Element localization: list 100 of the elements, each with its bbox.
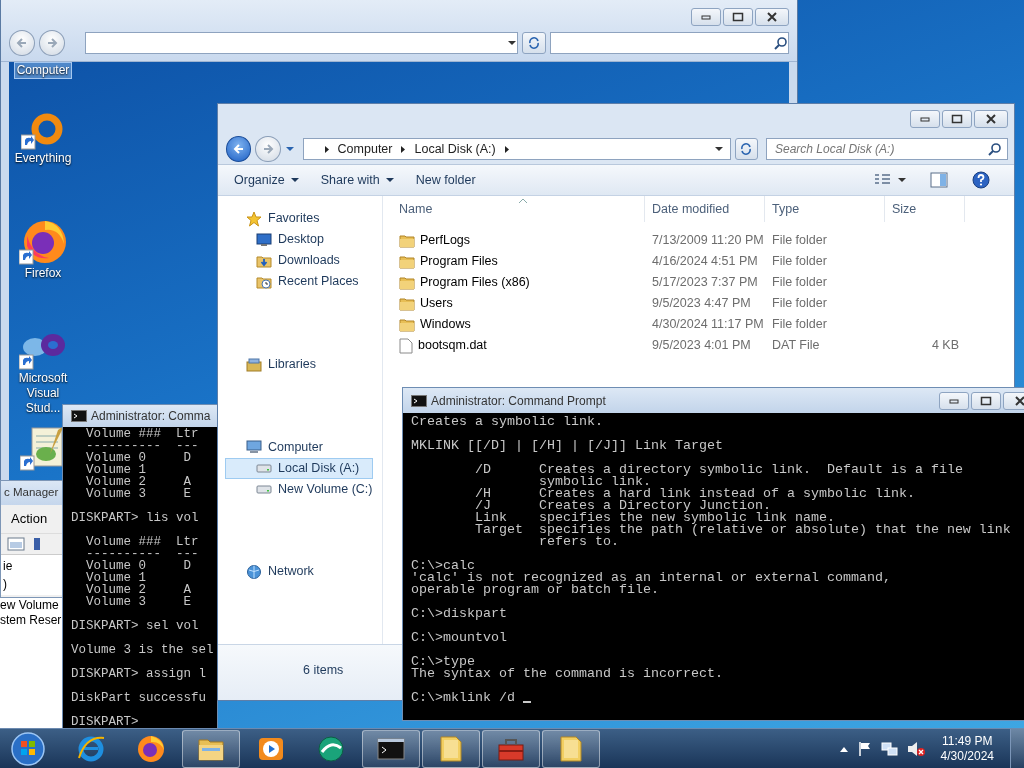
left-arrow-icon xyxy=(232,143,245,155)
caret-icon xyxy=(290,177,299,183)
computer-icon xyxy=(246,439,262,455)
breadcrumb-item[interactable]: Local Disk (A:) xyxy=(414,139,496,159)
close-button[interactable] xyxy=(755,8,789,26)
right-arrow-icon xyxy=(261,143,274,155)
muted-speaker-icon[interactable] xyxy=(906,740,925,757)
maximize-button[interactable] xyxy=(971,391,1001,410)
nav-item[interactable]: Recent Places xyxy=(225,271,360,292)
caret-icon xyxy=(385,177,394,183)
breadcrumb-item[interactable]: Computer xyxy=(337,139,393,159)
icon-label[interactable]: Firefox xyxy=(22,266,64,281)
toolbar-button[interactable]: New folder xyxy=(407,167,484,193)
folder-icon xyxy=(399,253,415,270)
file-name[interactable]: bootsqm.dat xyxy=(418,336,487,355)
star-icon xyxy=(246,210,262,227)
list-item[interactable]: ie xyxy=(3,556,59,575)
show-desktop-button[interactable] xyxy=(1010,728,1024,768)
dropdown-button[interactable]: Share with xyxy=(312,167,402,193)
taskbar-button[interactable] xyxy=(362,729,420,768)
file-name[interactable]: Program Files (x86) xyxy=(420,273,530,292)
console-line: DISKPART> xyxy=(71,716,139,728)
minimize-icon xyxy=(949,397,959,404)
nav-item[interactable]: Computer xyxy=(225,436,374,458)
nav-item[interactable]: Favorites xyxy=(225,208,360,229)
file-name[interactable]: Windows xyxy=(420,315,471,334)
file-name[interactable]: Users xyxy=(420,294,453,313)
nav-item[interactable]: Local Disk (A:) xyxy=(225,457,374,479)
infinity-icon[interactable] xyxy=(19,331,67,371)
folder-icon xyxy=(399,295,415,312)
console-line: C:\>mountvol xyxy=(411,632,507,644)
console-line: Volume ### Ltr xyxy=(85,428,199,440)
chevron-icon[interactable] xyxy=(503,144,510,154)
window-title: Administrator: Comma xyxy=(91,408,211,425)
icon-label[interactable]: Microsoft Visual Stud... xyxy=(8,371,78,416)
terminal-icon xyxy=(411,394,427,407)
chevron-icon[interactable] xyxy=(400,144,407,154)
file-icon xyxy=(399,337,413,354)
window-title: c Manager xyxy=(4,485,59,501)
console-line: Creates a symbolic link. xyxy=(411,416,603,428)
clock-date[interactable]: 4/30/2024 xyxy=(940,748,994,764)
nav-item[interactable]: Network xyxy=(225,561,315,583)
console-line: C:\>type xyxy=(411,656,475,668)
search-field[interactable]: Search Local Disk (A:) xyxy=(766,138,1008,160)
console-line: symbolic link. xyxy=(537,476,651,488)
search-icon[interactable] xyxy=(988,142,1002,156)
caret-icon[interactable] xyxy=(713,146,724,152)
ring-icon[interactable] xyxy=(21,113,65,151)
console-line: The syntax of the command is incorrect. xyxy=(411,668,723,680)
column-header[interactable]: Date modified xyxy=(652,199,730,219)
console-line: Volume 2 A xyxy=(85,584,192,596)
console-line: Volume 0 D xyxy=(85,560,192,572)
console-line: Link specifies the new symbolic link name. xyxy=(474,512,835,524)
network-icon[interactable] xyxy=(880,740,899,757)
flag-icon[interactable] xyxy=(856,740,873,757)
column-header[interactable]: Name xyxy=(399,199,433,219)
nav-item[interactable]: Libraries xyxy=(225,353,317,375)
list-item[interactable]: ) xyxy=(3,574,59,593)
address-bar[interactable]: Computer Local Disk (A:) xyxy=(302,138,731,160)
icon-label[interactable]: Everything xyxy=(12,151,74,166)
date-modified: 4/30/2024 11:17 PM xyxy=(652,317,764,332)
column-header[interactable]: Size xyxy=(892,199,917,219)
console-line: ---------- --- xyxy=(85,548,199,560)
network-icon xyxy=(246,563,262,580)
maximize-button[interactable] xyxy=(942,110,972,128)
menu-item[interactable]: Action xyxy=(11,509,48,529)
taskbar-button[interactable] xyxy=(422,729,480,768)
address-field[interactable] xyxy=(84,32,519,54)
search-field[interactable] xyxy=(550,32,789,54)
clock-time[interactable]: 11:49 PM xyxy=(940,733,994,749)
taskbar-button[interactable] xyxy=(542,729,600,768)
close-icon xyxy=(766,12,778,22)
folder-icon xyxy=(399,274,415,291)
refresh-icon xyxy=(739,143,754,155)
maximize-button[interactable] xyxy=(723,8,753,26)
console-line: C:\>mklink /d xyxy=(411,692,515,704)
maximize-icon xyxy=(980,395,992,406)
close-button[interactable] xyxy=(974,110,1008,128)
console-line: Volume ### Ltr xyxy=(85,536,199,548)
console-line: Volume 3 E xyxy=(85,596,192,608)
volume-label[interactable]: stem Reser xyxy=(0,613,62,628)
nav-item[interactable]: Desktop xyxy=(225,229,360,250)
nav-item[interactable]: New Volume (C:) xyxy=(225,478,374,500)
minimize-icon xyxy=(701,14,711,20)
refresh-button[interactable] xyxy=(734,138,758,160)
file-name[interactable]: Program Files xyxy=(420,252,498,271)
nav-item[interactable]: Downloads xyxy=(225,250,360,271)
console-line: C:\>calc xyxy=(411,560,475,572)
view-options-icon[interactable] xyxy=(874,173,906,187)
file-name[interactable]: PerfLogs xyxy=(420,231,471,250)
dropdown-button[interactable]: Organize xyxy=(226,167,307,193)
refresh-button[interactable] xyxy=(522,32,547,54)
volume-label[interactable]: ew Volume xyxy=(0,598,62,613)
taskbar-button[interactable] xyxy=(182,729,240,768)
console-line: Target specifies the path (relative or absolute) that the new link xyxy=(474,524,1011,536)
chevron-icon[interactable] xyxy=(323,144,330,154)
help-icon[interactable] xyxy=(972,171,990,189)
column-header[interactable]: Type xyxy=(772,199,800,219)
toolbar-icon[interactable] xyxy=(33,536,41,551)
back-button[interactable] xyxy=(226,136,252,162)
